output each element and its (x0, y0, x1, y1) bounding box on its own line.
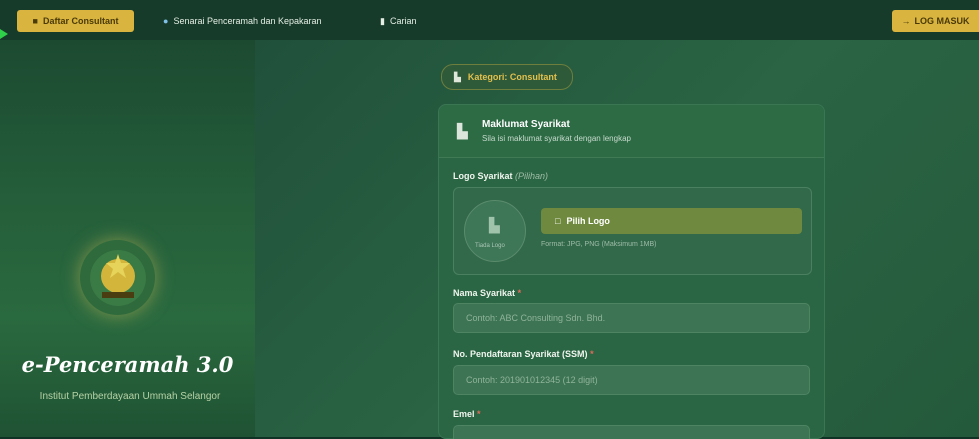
top-navigation-bar: ■ Daftar Consultant ● Senarai Penceramah… (0, 0, 979, 41)
emblem-icon (89, 249, 146, 306)
ssm-label-text: No. Pendaftaran Syarikat (SSM) (453, 349, 588, 359)
category-pill: ▙ Kategori: Consultant (441, 64, 573, 90)
logo-optional-text: (Pilihan) (515, 171, 549, 181)
upload-icon: □ (555, 216, 561, 226)
institute-name: Institut Pemberdayaan Ummah Selangor (39, 391, 221, 402)
company-form-card: ▙ Maklumat Syarikat Sila isi maklumat sy… (438, 104, 825, 439)
required-mark: * (517, 288, 522, 298)
user-icon: ■ (32, 16, 38, 26)
form-title: Maklumat Syarikat (482, 119, 570, 130)
category-label: Kategori: Consultant (467, 72, 557, 82)
login-icon: → (901, 16, 911, 26)
search-icon: ● (163, 16, 169, 26)
logo-preview-text: Tiada Logo (475, 243, 505, 249)
pilih-logo-button[interactable]: □ Pilih Logo (541, 208, 802, 234)
company-icon: ▙ (457, 123, 468, 139)
ssm-placeholder: Contoh: 201901012345 (12 digit) (466, 375, 598, 385)
nama-syarikat-input[interactable]: Contoh: ABC Consulting Sdn. Bhd. (453, 303, 810, 333)
nama-label-text: Nama Syarikat (453, 288, 516, 298)
log-masuk-label: LOG MASUK (914, 16, 970, 26)
nav-carian-label: Carian (389, 16, 417, 26)
format-hint: Format: JPG, PNG (Maksimum 1MB) (541, 241, 657, 248)
nama-placeholder: Contoh: ABC Consulting Sdn. Bhd. (466, 313, 606, 323)
ssm-input[interactable]: Contoh: 201901012345 (12 digit) (453, 365, 810, 395)
document-icon: ▮ (380, 15, 385, 26)
logo-upload-box: ▙ Tiada Logo □ Pilih Logo Format: JPG, P… (453, 187, 812, 275)
required-mark: * (590, 349, 594, 359)
emel-label-text: Emel (453, 409, 475, 419)
log-masuk-button[interactable]: → LOG MASUK (892, 10, 979, 32)
form-subtitle: Sila isi maklumat syarikat dengan lengka… (482, 134, 631, 143)
pointer-arrow-icon (0, 29, 8, 39)
required-mark: * (477, 409, 481, 419)
emel-label: Emel * (453, 409, 481, 419)
brand-title: e-Penceramah 3.0 (21, 352, 234, 377)
nav-senarai-penceramah[interactable]: ● Senarai Penceramah dan Kepakaran (163, 10, 322, 32)
daftar-consultant-label: Daftar Consultant (42, 16, 119, 26)
nav-carian[interactable]: ▮ Carian (380, 10, 416, 32)
ssm-label: No. Pendaftaran Syarikat (SSM) * (453, 349, 594, 359)
logo-label-text: Logo Syarikat (453, 171, 513, 181)
pilih-logo-label: Pilih Logo (566, 216, 610, 226)
building-icon: ▙ (489, 217, 500, 233)
institute-logo (80, 240, 155, 315)
daftar-consultant-button[interactable]: ■ Daftar Consultant (17, 10, 134, 32)
form-header: ▙ Maklumat Syarikat Sila isi maklumat sy… (439, 105, 824, 158)
logo-label: Logo Syarikat (Pilihan) (453, 171, 548, 181)
nama-syarikat-label: Nama Syarikat * (453, 288, 521, 298)
nav-senarai-label: Senarai Penceramah dan Kepakaran (173, 16, 322, 26)
building-icon: ▙ (454, 71, 461, 82)
logo-preview: ▙ Tiada Logo (464, 200, 526, 262)
sidebar-panel (0, 40, 255, 437)
